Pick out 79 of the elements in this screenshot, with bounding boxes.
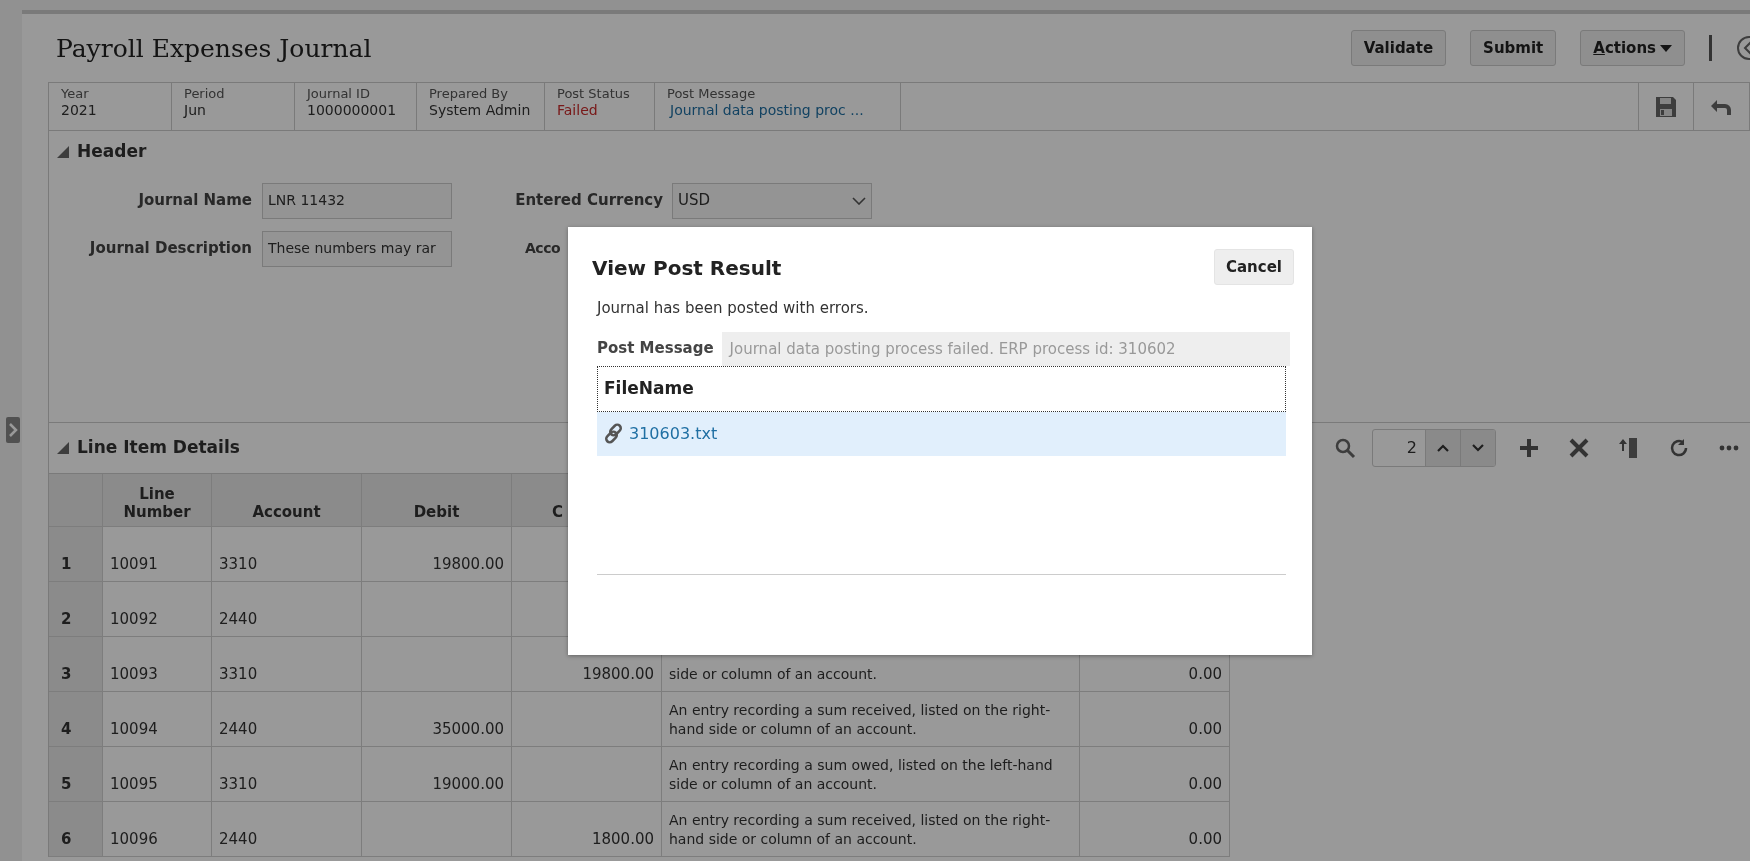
delete-icon[interactable] bbox=[1569, 438, 1589, 458]
field-label: Post Message bbox=[597, 338, 714, 360]
file-row[interactable]: 310603.txt bbox=[597, 411, 1286, 456]
toolbar-button[interactable]: Validate bbox=[1350, 30, 1447, 66]
table-cell: 3310 bbox=[212, 747, 362, 802]
more-icon[interactable] bbox=[1719, 443, 1739, 453]
summary-value: Jun bbox=[184, 102, 207, 120]
chevron-up-icon bbox=[1437, 444, 1449, 452]
field-label: Entered Currency bbox=[514, 190, 664, 212]
cancel-button[interactable]: Cancel bbox=[1214, 249, 1294, 285]
summary-label: Post Status bbox=[557, 86, 631, 103]
row-number: 4 bbox=[49, 692, 103, 747]
row-number: 5 bbox=[49, 747, 103, 802]
table-cell: An entry recording a sum owed, listed on the left-hand side or column of an account. bbox=[662, 747, 1080, 802]
summary-value: System Admin bbox=[429, 102, 532, 120]
summary-label: Prepared By bbox=[429, 86, 509, 103]
row-number: 1 bbox=[49, 527, 103, 582]
table-cell: 0.00 bbox=[1080, 692, 1230, 747]
actions-menu-button[interactable]: Actions bbox=[1580, 30, 1685, 66]
page-title: Payroll Expenses Journal bbox=[55, 33, 373, 65]
row-number: 2 bbox=[49, 582, 103, 637]
summary-value: 2021 bbox=[61, 102, 98, 120]
table-cell: 2440 bbox=[212, 802, 362, 857]
collapse-icon[interactable] bbox=[57, 145, 69, 158]
collapse-icon[interactable] bbox=[57, 442, 69, 454]
row-number: 6 bbox=[49, 802, 103, 857]
table-cell: 10093 bbox=[103, 637, 212, 692]
column-header: FileName bbox=[597, 365, 1286, 412]
table-cell: 3310 bbox=[212, 527, 362, 582]
input-field[interactable]: LNR 11432 bbox=[262, 182, 452, 219]
summary-link[interactable]: Journal data posting proc ... bbox=[667, 102, 888, 120]
link-icon bbox=[603, 422, 625, 445]
chevron-down-icon bbox=[852, 196, 866, 205]
page-spinner[interactable]: 2 bbox=[1372, 429, 1496, 467]
column-header: Account bbox=[212, 474, 362, 527]
table-cell: 0.00 bbox=[1080, 802, 1230, 857]
section-title: Header bbox=[77, 140, 147, 163]
table-cell: 10094 bbox=[103, 692, 212, 747]
table-cell: 10091 bbox=[103, 527, 212, 582]
table-cell: 10095 bbox=[103, 747, 212, 802]
table-cell: 2440 bbox=[212, 582, 362, 637]
section-title: Line Item Details bbox=[77, 436, 241, 460]
expand-handle-icon[interactable] bbox=[6, 417, 20, 443]
caret-icon bbox=[1660, 44, 1672, 52]
table-cell: 19800.00 bbox=[362, 527, 512, 582]
table-cell: 19000.00 bbox=[362, 747, 512, 802]
input-field[interactable]: These numbers may rar bbox=[262, 230, 452, 267]
dialog-message: Journal has been posted with errors. bbox=[597, 298, 870, 319]
summary-label: Post Message bbox=[667, 86, 757, 103]
column-header: Line Number bbox=[103, 474, 212, 527]
table-cell: An entry recording a sum received, listed on the right-hand side or column of an account. bbox=[662, 692, 1080, 747]
table-cell: 0.00 bbox=[1080, 747, 1230, 802]
save-icon[interactable] bbox=[1655, 95, 1677, 118]
toolbar-button[interactable]: Submit bbox=[1470, 30, 1557, 66]
field-label: Acco bbox=[524, 239, 562, 258]
column-header: Debit bbox=[362, 474, 512, 527]
summary-label: Year bbox=[61, 86, 90, 103]
summary-label: Journal ID bbox=[307, 86, 371, 103]
status-value: Failed bbox=[557, 102, 599, 120]
table-cell: 2440 bbox=[212, 692, 362, 747]
sort-icon[interactable] bbox=[1619, 437, 1639, 459]
table-cell: 35000.00 bbox=[362, 692, 512, 747]
dialog-title: View Post Result bbox=[592, 255, 782, 282]
row-number: 3 bbox=[49, 637, 103, 692]
file-link[interactable]: 310603.txt bbox=[629, 421, 718, 446]
currency-dropdown[interactable]: USD bbox=[672, 182, 872, 219]
chevron-down-icon bbox=[1472, 444, 1484, 452]
table-cell: 10092 bbox=[103, 582, 212, 637]
field-label: Journal Name bbox=[136, 190, 253, 212]
refresh-icon[interactable] bbox=[1669, 438, 1689, 458]
summary-value: 1000000001 bbox=[307, 102, 398, 120]
table-cell: 3310 bbox=[212, 637, 362, 692]
summary-label: Period bbox=[184, 86, 226, 103]
table-cell: 1800.00 bbox=[512, 802, 662, 857]
table-cell: An entry recording a sum received, listed on the right-hand side or column of an account. bbox=[662, 802, 1080, 857]
field-label: Journal Description bbox=[88, 238, 253, 260]
search-icon[interactable] bbox=[1334, 437, 1356, 459]
table-cell: 10096 bbox=[103, 802, 212, 857]
add-icon[interactable] bbox=[1519, 438, 1539, 458]
